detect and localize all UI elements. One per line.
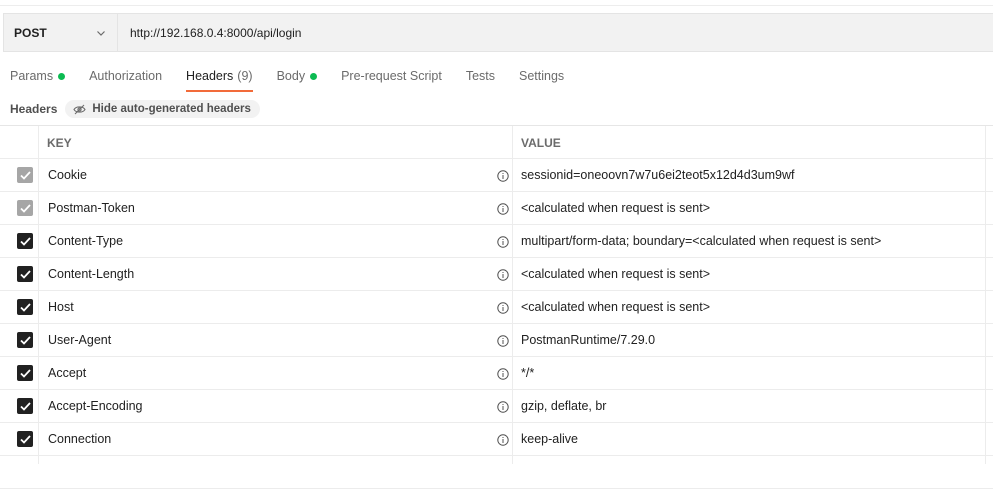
- tab-pre-request-script[interactable]: Pre-request Script: [341, 66, 442, 92]
- info-icon[interactable]: [497, 433, 509, 446]
- key-column-header: KEY: [47, 136, 72, 150]
- tab-label: Body: [276, 69, 306, 83]
- headers-subbar: Headers Hide auto-generated headers: [10, 98, 260, 120]
- toggle-label: Hide auto-generated headers: [92, 103, 251, 115]
- tab-headers[interactable]: Headers (9): [186, 66, 253, 92]
- header-key[interactable]: Host: [48, 300, 74, 314]
- table-row: Content-Type multipart/form-data; boundar…: [0, 225, 993, 258]
- hide-auto-generated-headers-button[interactable]: Hide auto-generated headers: [65, 100, 260, 118]
- status-dot-icon: [310, 73, 318, 80]
- header-enabled-checkbox[interactable]: [17, 431, 33, 447]
- table-row: Content-Length <calculated when request i…: [0, 258, 993, 291]
- tab-body[interactable]: Body: [277, 66, 318, 92]
- value-column-header: VALUE: [521, 136, 561, 150]
- info-icon[interactable]: [497, 301, 509, 314]
- tab-count: (9): [237, 69, 253, 83]
- request-tabs: Params Authorization Headers (9) Body Pr…: [0, 66, 588, 92]
- method-label: POST: [14, 25, 47, 40]
- header-enabled-checkbox[interactable]: [17, 332, 33, 348]
- header-enabled-checkbox[interactable]: [17, 233, 33, 249]
- header-value[interactable]: sessionid=oneoovn7w7u6ei2teot5x12d4d3um9…: [521, 168, 794, 182]
- headers-table: KEY VALUE Cookie sessionid=oneoovn7w7u6ei…: [0, 125, 993, 489]
- header-key[interactable]: Postman-Token: [48, 201, 135, 215]
- header-value[interactable]: multipart/form-data; boundary=<calculate…: [521, 234, 881, 248]
- tab-label: Settings: [519, 69, 565, 83]
- header-key[interactable]: User-Agent: [48, 333, 111, 347]
- tab-label: Pre-request Script: [341, 69, 442, 83]
- tab-authorization[interactable]: Authorization: [89, 66, 162, 92]
- headers-section-label: Headers: [10, 102, 58, 116]
- header-enabled-checkbox: [17, 200, 33, 216]
- header-value[interactable]: gzip, deflate, br: [521, 399, 606, 413]
- info-icon[interactable]: [497, 400, 509, 413]
- header-key[interactable]: Accept-Encoding: [48, 399, 143, 413]
- tab-label: Authorization: [89, 69, 163, 83]
- info-icon[interactable]: [497, 169, 509, 182]
- table-row: Cookie sessionid=oneoovn7w7u6ei2teot5x12d…: [0, 159, 993, 192]
- header-key[interactable]: Content-Type: [48, 234, 123, 248]
- table-row: Accept */*: [0, 357, 993, 390]
- request-bar: POST http://192.168.0.4:8000/api/login: [3, 13, 993, 52]
- empty-new-row[interactable]: [0, 456, 993, 489]
- header-value[interactable]: PostmanRuntime/7.29.0: [521, 333, 655, 347]
- header-value[interactable]: */*: [521, 366, 534, 380]
- header-key[interactable]: Cookie: [48, 168, 87, 182]
- eye-off-icon: [73, 104, 87, 114]
- table-row: Postman-Token <calculated when request is…: [0, 192, 993, 225]
- header-enabled-checkbox[interactable]: [17, 365, 33, 381]
- info-icon[interactable]: [497, 367, 509, 380]
- header-enabled-checkbox[interactable]: [17, 398, 33, 414]
- header-enabled-checkbox[interactable]: [17, 299, 33, 315]
- info-icon[interactable]: [497, 202, 509, 215]
- tab-label: Headers: [186, 69, 234, 83]
- info-icon[interactable]: [497, 334, 509, 347]
- info-icon[interactable]: [497, 268, 509, 281]
- header-key[interactable]: Content-Length: [48, 267, 134, 281]
- tab-label: Tests: [465, 69, 495, 83]
- header-enabled-checkbox: [17, 167, 33, 183]
- status-dot-icon: [58, 73, 66, 80]
- tab-params[interactable]: Params: [10, 66, 66, 92]
- header-enabled-checkbox[interactable]: [17, 266, 33, 282]
- table-row: Host <calculated when request is sent>: [0, 291, 993, 324]
- header-value[interactable]: <calculated when request is sent>: [521, 267, 710, 281]
- url-input[interactable]: http://192.168.0.4:8000/api/login: [118, 26, 301, 40]
- table-row: Connection keep-alive: [0, 423, 993, 456]
- table-row: User-Agent PostmanRuntime/7.29.0: [0, 324, 993, 357]
- header-key[interactable]: Accept: [48, 366, 86, 380]
- table-row: Accept-Encoding gzip, deflate, br: [0, 390, 993, 423]
- table-header-row: KEY VALUE: [0, 126, 993, 159]
- info-icon[interactable]: [497, 235, 509, 248]
- header-value[interactable]: keep-alive: [521, 432, 578, 446]
- method-select[interactable]: POST: [4, 14, 118, 51]
- tab-settings[interactable]: Settings: [519, 66, 564, 92]
- header-value[interactable]: <calculated when request is sent>: [521, 300, 710, 314]
- header-value[interactable]: <calculated when request is sent>: [521, 201, 710, 215]
- tab-label: Params: [10, 69, 54, 83]
- chevron-down-icon: [97, 30, 105, 36]
- header-key[interactable]: Connection: [48, 432, 111, 446]
- top-divider: [0, 5, 993, 6]
- tab-tests[interactable]: Tests: [466, 66, 495, 92]
